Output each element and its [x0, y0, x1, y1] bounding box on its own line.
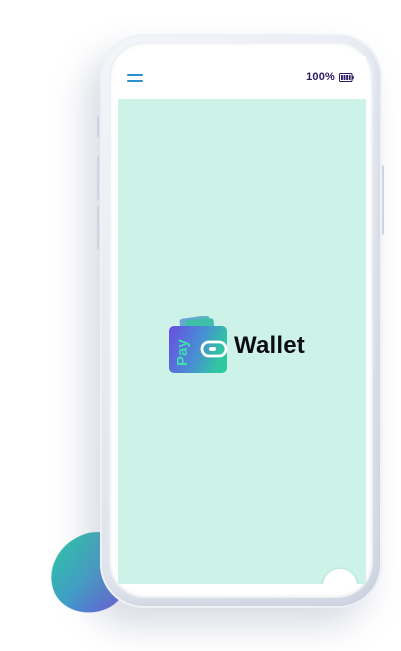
wallet-icon: Pay [169, 316, 228, 373]
menu-line-top [127, 74, 143, 76]
phone-screen: 100% Pay Wallet [118, 56, 366, 584]
stage: 100% Pay Wallet [0, 0, 401, 651]
menu-line-bottom [127, 80, 143, 82]
top-bar: 100% [118, 56, 366, 99]
battery-percentage: 100% [306, 71, 335, 83]
floating-action-button[interactable] [323, 569, 357, 584]
pay-badge-text: Pay [174, 339, 191, 366]
battery-full-icon [339, 73, 354, 82]
pay-wallet-logo: Pay Wallet [168, 316, 318, 376]
logo-wordmark: Wallet [234, 332, 305, 359]
hamburger-menu-icon[interactable] [127, 73, 143, 83]
